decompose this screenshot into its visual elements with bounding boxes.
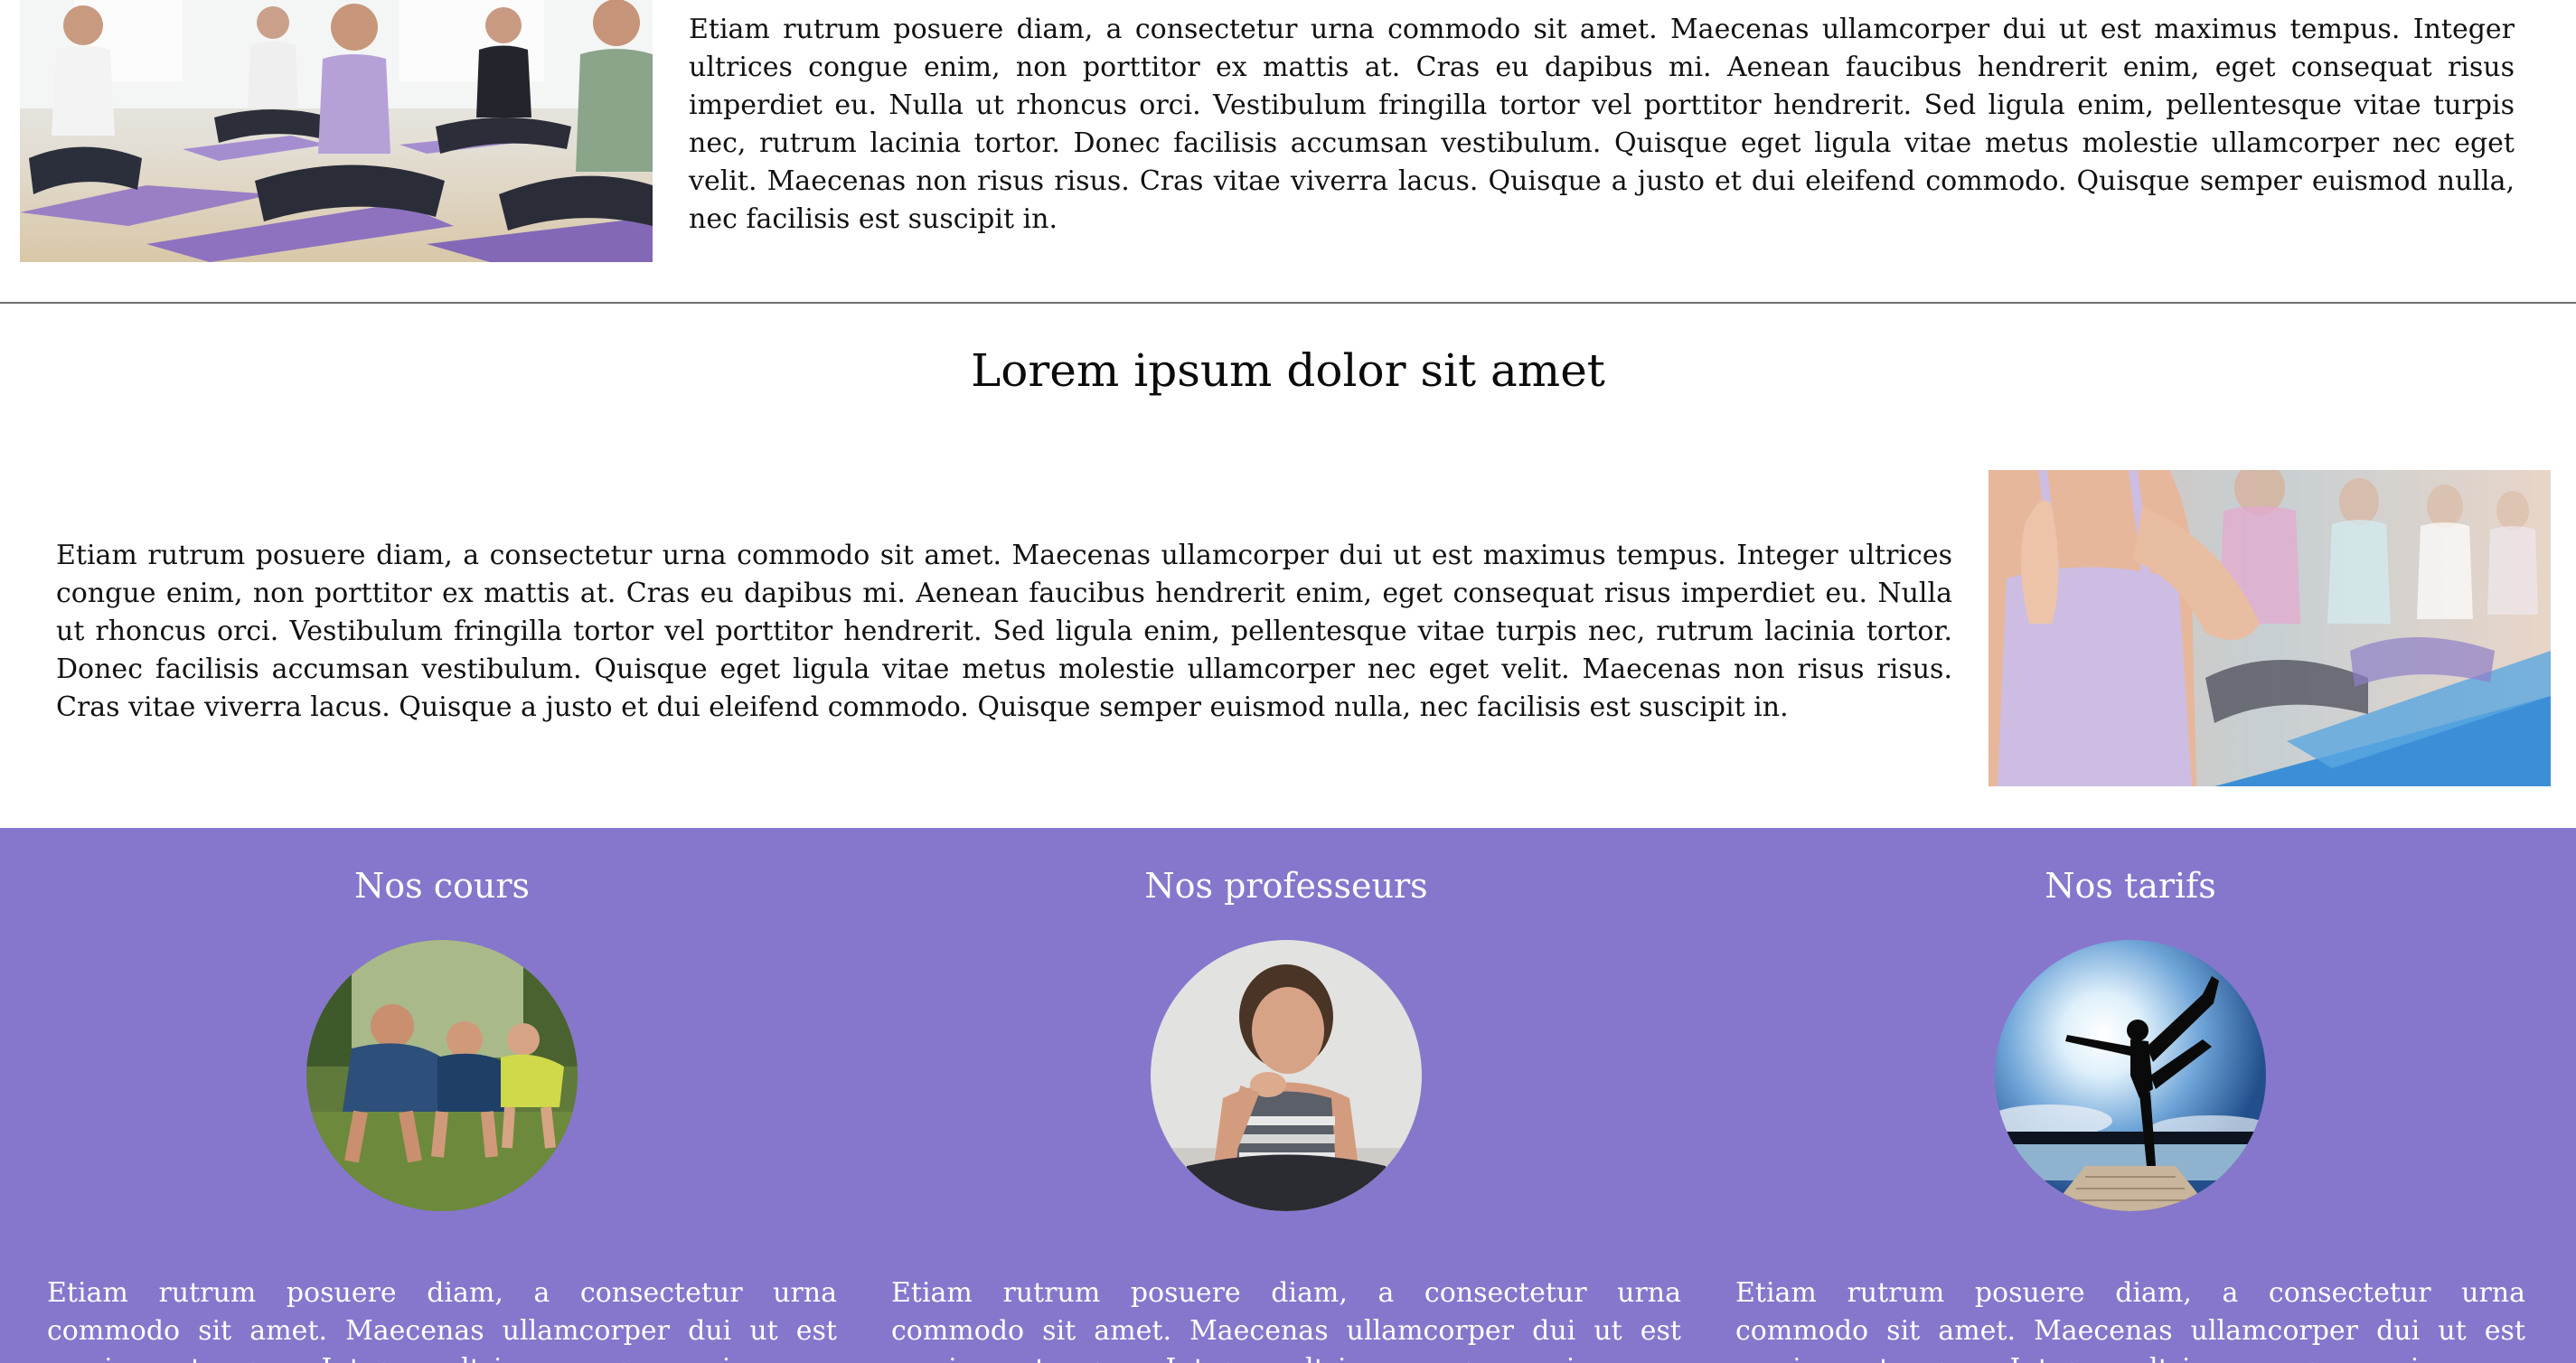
group-workout-photo	[306, 940, 578, 1211]
features-section: Nos cours Etiam rutrum posuere diam, a c…	[0, 828, 2576, 1363]
feature-title: Nos cours	[353, 866, 530, 906]
feature-paragraph: Etiam rutrum posuere diam, a consectetur…	[891, 1277, 1681, 1363]
feature-paragraph: Etiam rutrum posuere diam, a consectetur…	[47, 1277, 837, 1363]
yoga-class-photo	[20, 0, 653, 262]
feature-paragraph: Etiam rutrum posuere diam, a consectetur…	[1735, 1277, 2525, 1363]
section-title: Lorem ipsum dolor sit amet	[971, 344, 1605, 397]
feature-column-teachers: Nos professeurs Etiam rutrum posuere dia…	[864, 828, 1708, 1363]
feature-column-pricing: Nos tarifs Etiam rutrum posuere diam, a …	[1708, 828, 2552, 1363]
yoga-silhouette-photo	[1995, 940, 2266, 1211]
intro-paragraph: Etiam rutrum posuere diam, a consectetur…	[689, 14, 2515, 235]
feature-title: Nos tarifs	[2045, 866, 2216, 906]
yoga-prayer-pose-photo	[1988, 470, 2551, 786]
feature-title: Nos professeurs	[1144, 866, 1428, 906]
teacher-portrait-photo	[1151, 940, 1422, 1211]
feature-column-courses: Nos cours Etiam rutrum posuere diam, a c…	[20, 828, 864, 1363]
about-paragraph: Etiam rutrum posuere diam, a consectetur…	[56, 540, 1952, 723]
intro-section: Etiam rutrum posuere diam, a consectetur…	[0, 0, 2576, 303]
section-divider	[0, 302, 2576, 304]
